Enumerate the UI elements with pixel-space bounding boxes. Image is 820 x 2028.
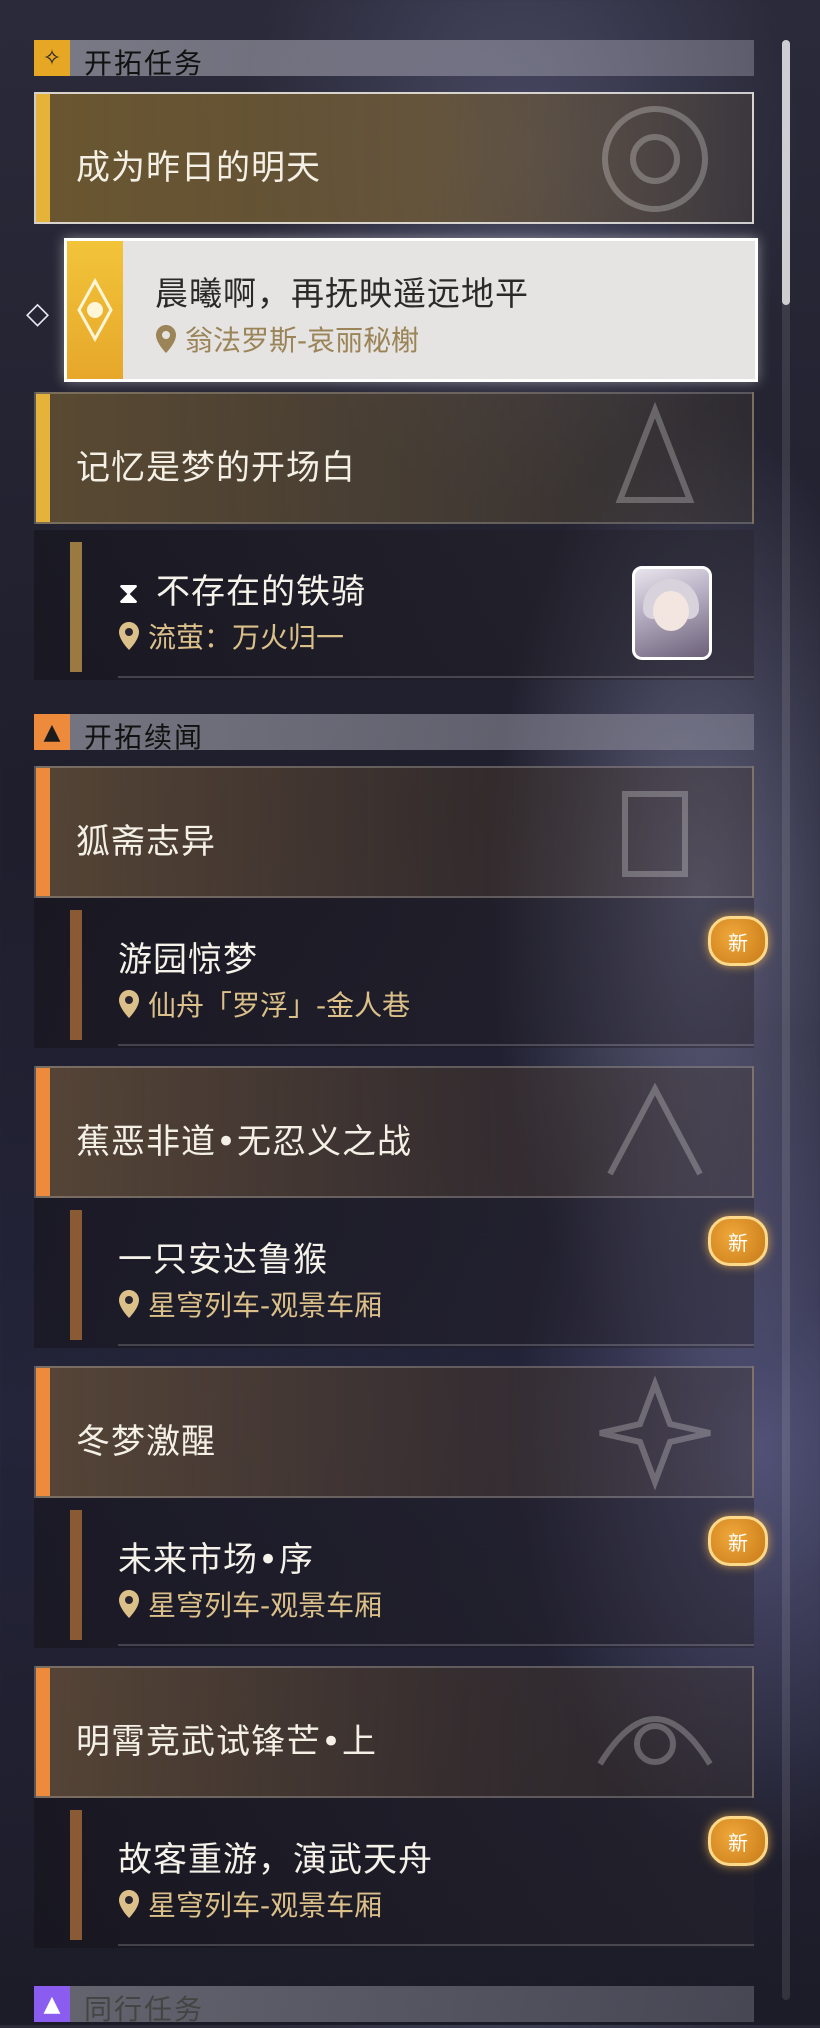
chapter-emblem-icon xyxy=(597,1716,713,1766)
quest-title: 未来市场•序 xyxy=(118,1540,315,1580)
chapter-emblem-icon xyxy=(599,1375,711,1491)
trailblaze-mission-icon: ✧ xyxy=(34,40,70,76)
quest-title: ⧗ 不存在的铁骑 xyxy=(118,564,366,613)
quest-title-text: 不存在的铁骑 xyxy=(156,572,366,612)
chapter-card[interactable]: 明霄竞武试锋芒•上 xyxy=(34,1666,754,1798)
location-text: 仙舟「罗浮」-金人巷 xyxy=(148,989,411,1022)
quest-accent-bar xyxy=(70,1510,82,1640)
quest-location: 流萤：万火归一 xyxy=(118,616,344,656)
chapter-card[interactable]: 蕉恶非道•无忍义之战 xyxy=(34,1066,754,1198)
chapter-title: 记忆是梦的开场白 xyxy=(76,448,356,488)
location-pin-icon xyxy=(119,1290,139,1318)
divider xyxy=(118,1944,754,1946)
location-pin-icon xyxy=(119,1890,139,1918)
section-title: 开拓续闻 xyxy=(84,721,205,754)
new-badge: 新 xyxy=(708,1216,768,1266)
chapter-card[interactable]: 成为昨日的明天 xyxy=(34,92,754,224)
quest-location: 星穹列车-观景车厢 xyxy=(118,1884,382,1924)
quest-item[interactable]: 一只安达鲁猴 星穹列车-观景车厢 xyxy=(34,1198,754,1348)
quest-accent-bar xyxy=(70,542,82,672)
chapter-title: 狐斋志异 xyxy=(76,822,216,862)
quest-accent-bar xyxy=(70,1810,82,1940)
location-text: 翁法罗斯-哀丽秘榭 xyxy=(185,324,420,357)
active-quest-card[interactable]: 晨曦啊，再抚映遥远地平 翁法罗斯-哀丽秘榭 xyxy=(64,238,758,382)
section-title: 开拓任务 xyxy=(84,47,205,80)
location-pin-icon xyxy=(156,325,176,353)
chapter-card[interactable]: 冬梦激醒 xyxy=(34,1366,754,1498)
chapter-accent-bar xyxy=(36,1368,50,1496)
trailblaze-continuance-icon: ▲ xyxy=(34,714,70,750)
quest-title: 故客重游，演武天舟 xyxy=(118,1840,433,1880)
location-text: 流萤：万火归一 xyxy=(148,621,345,654)
location-pin-icon xyxy=(119,1590,139,1618)
hourglass-icon: ⧗ xyxy=(118,576,141,611)
chapter-accent-bar xyxy=(36,1668,50,1796)
quest-accent-bar xyxy=(70,910,82,1040)
quest-location: 仙舟「罗浮」-金人巷 xyxy=(118,984,410,1024)
quest-location: 星穹列车-观景车厢 xyxy=(118,1284,382,1324)
section-header-companion: ▲ 同行任务 xyxy=(34,1986,754,2026)
new-badge: 新 xyxy=(708,1516,768,1566)
quest-location: 星穹列车-观景车厢 xyxy=(118,1584,382,1624)
chapter-title: 蕉恶非道•无忍义之战 xyxy=(76,1122,413,1162)
section-header-trailblaze: ✧ 开拓任务 xyxy=(34,40,754,80)
chapter-emblem-icon xyxy=(615,401,695,503)
section-title: 同行任务 xyxy=(84,1993,205,2026)
new-badge: 新 xyxy=(708,1816,768,1866)
quest-item[interactable]: 游园惊梦 仙舟「罗浮」-金人巷 xyxy=(34,898,754,1048)
chapter-accent-bar xyxy=(36,1068,50,1196)
divider xyxy=(118,1044,754,1046)
chapter-emblem-icon xyxy=(607,1082,703,1176)
location-text: 星穹列车-观景车厢 xyxy=(148,1589,383,1622)
scroll-thumb[interactable] xyxy=(782,40,790,305)
chapter-emblem-icon xyxy=(602,106,708,212)
companion-mission-icon: ▲ xyxy=(34,1986,70,2022)
selection-arrow-icon: ◇ xyxy=(26,296,50,331)
active-quest-title: 晨曦啊，再抚映遥远地平 xyxy=(155,274,529,313)
chapter-title: 明霄竞武试锋芒•上 xyxy=(76,1722,378,1762)
chapter-accent-bar xyxy=(36,394,50,522)
quest-title: 游园惊梦 xyxy=(118,940,258,980)
quest-item[interactable]: 故客重游，演武天舟 星穹列车-观景车厢 xyxy=(34,1798,754,1948)
chapter-card[interactable]: 记忆是梦的开场白 xyxy=(34,392,754,524)
section-header-continuance: ▲ 开拓续闻 xyxy=(34,714,754,754)
quest-title: 一只安达鲁猴 xyxy=(118,1240,328,1280)
divider xyxy=(118,1644,754,1646)
chapter-card[interactable]: 狐斋志异 xyxy=(34,766,754,898)
location-text: 星穹列车-观景车厢 xyxy=(148,1889,383,1922)
active-quest-location: 翁法罗斯-哀丽秘榭 xyxy=(155,319,419,359)
quest-accent-bar xyxy=(70,1210,82,1340)
location-pin-icon xyxy=(119,990,139,1018)
new-badge: 新 xyxy=(708,916,768,966)
chapter-emblem-icon xyxy=(622,791,688,877)
chapter-title: 冬梦激醒 xyxy=(76,1422,216,1462)
active-quest-icon xyxy=(67,241,123,379)
location-pin-icon xyxy=(119,622,139,650)
divider xyxy=(118,1344,754,1346)
scrollbar[interactable] xyxy=(782,40,790,2000)
location-text: 星穹列车-观景车厢 xyxy=(148,1289,383,1322)
divider xyxy=(118,676,754,678)
chapter-title: 成为昨日的明天 xyxy=(76,148,321,188)
quest-item[interactable]: 未来市场•序 星穹列车-观景车厢 xyxy=(34,1498,754,1648)
chapter-accent-bar xyxy=(36,94,50,222)
chapter-accent-bar xyxy=(36,768,50,896)
character-portrait xyxy=(632,566,712,660)
